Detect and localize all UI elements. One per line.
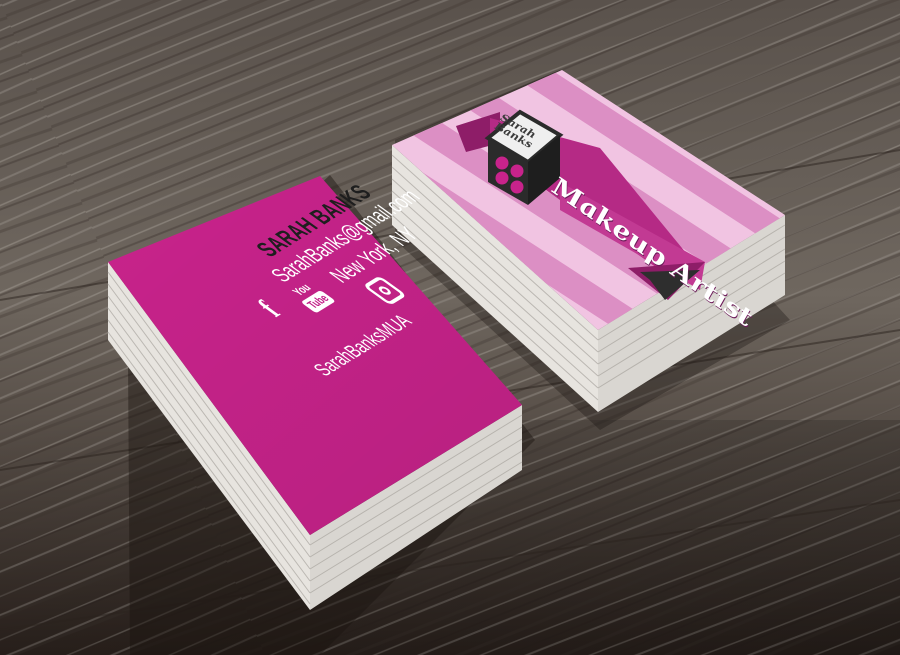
facebook-icon: f (250, 295, 289, 323)
instagram-icon (362, 275, 407, 306)
youtube-icon: You Tube (286, 279, 344, 318)
social-handle: SarahBanksMUA (307, 310, 418, 380)
product-photo-scene: SARAH BANKS SarahBanks@gmail.com New Yor… (0, 0, 900, 655)
